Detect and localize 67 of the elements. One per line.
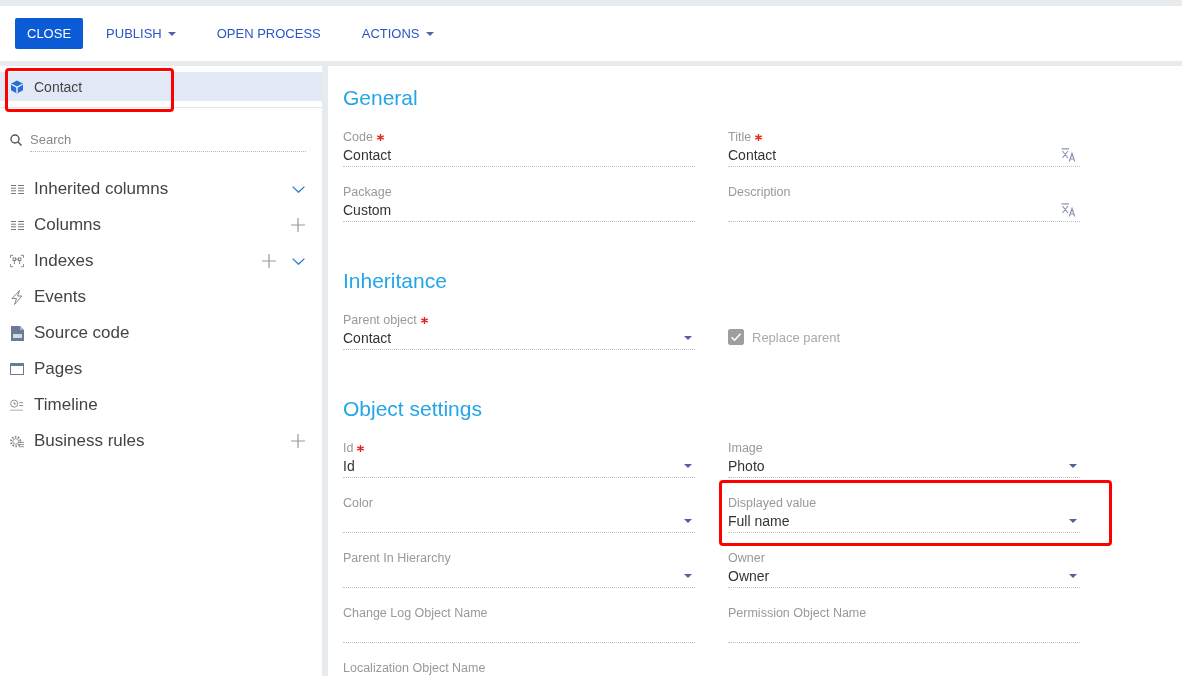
dropdown-field[interactable]: Photo (728, 457, 1080, 478)
column-list-icon (10, 184, 24, 194)
sidebar-item[interactable]: Events (34, 287, 86, 307)
gear-icon (10, 433, 24, 449)
menu-button[interactable]: ACTIONS (343, 18, 452, 49)
close-button[interactable]: CLOSE (15, 18, 84, 49)
caret-down-icon (1069, 464, 1077, 468)
field-label: Parent In Hierarchy (343, 550, 451, 567)
toolbar-button[interactable]: OPEN PROCESS (198, 18, 339, 49)
caret-down-icon (684, 464, 692, 468)
section-title: Object settings (343, 397, 483, 421)
lightning-icon (11, 289, 23, 305)
field-label: Image (728, 440, 763, 457)
sidebar-item[interactable]: Pages (34, 359, 83, 379)
field-label: Permission Object Name (728, 605, 867, 622)
field-label: Description (728, 184, 791, 201)
plus-icon[interactable] (291, 434, 305, 448)
caret-down-icon (684, 336, 692, 340)
field-label: Parent object (343, 312, 417, 329)
field-label: Title (728, 129, 752, 146)
plus-icon[interactable] (291, 218, 305, 232)
dropdown-field[interactable]: Full name (728, 512, 1080, 533)
text-field[interactable]: Custom (343, 201, 695, 222)
caret-down-icon (167, 31, 176, 36)
window-icon (10, 363, 24, 375)
sidebar-item[interactable]: Timeline (34, 395, 98, 415)
text-field[interactable] (728, 201, 1080, 222)
column-list-icon (10, 220, 24, 230)
caret-down-icon (684, 519, 692, 523)
text-field[interactable]: Contact (343, 146, 695, 167)
chevron-down-icon[interactable] (292, 185, 305, 193)
text-field[interactable]: Contact (728, 146, 1080, 167)
index-frame-icon (10, 254, 24, 268)
sidebar-item[interactable]: Columns (34, 215, 102, 235)
checkbox-label: Replace parent (752, 329, 841, 345)
dropdown-field[interactable]: Owner (728, 567, 1080, 588)
search-field[interactable]: Search (30, 128, 306, 152)
tree-item[interactable]: Contact (0, 72, 322, 101)
sidebar-item[interactable]: Inherited columns (34, 179, 169, 199)
menu-button[interactable]: PUBLISH (88, 18, 194, 49)
section-title: Inheritance (343, 269, 448, 293)
clock-list-icon (10, 398, 24, 412)
code-file-icon (10, 325, 24, 341)
translate-icon[interactable] (1061, 203, 1077, 217)
plus-icon[interactable] (262, 254, 276, 268)
chevron-down-icon[interactable] (292, 257, 305, 265)
caret-down-icon (1069, 519, 1077, 523)
caret-down-icon (1069, 574, 1077, 578)
field-label: Color (343, 495, 373, 512)
search-icon (10, 134, 22, 146)
caret-down-icon (425, 31, 434, 36)
field-label: Change Log Object Name (343, 605, 488, 622)
field-label: Code (343, 129, 373, 146)
cube-icon (10, 79, 24, 94)
field-label: Displayed value (728, 495, 817, 512)
sidebar-item[interactable]: Indexes (34, 251, 94, 271)
sidebar-item[interactable]: Source code (34, 323, 130, 343)
section-title: General (343, 86, 419, 110)
field-label: Owner (728, 550, 765, 567)
field-label: Localization Object Name (343, 660, 486, 676)
caret-down-icon (684, 574, 692, 578)
dropdown-field[interactable]: Id (343, 457, 695, 478)
sidebar-item[interactable]: Business rules (34, 431, 145, 451)
dropdown-field[interactable]: Contact (343, 329, 695, 350)
translate-icon[interactable] (1061, 148, 1077, 162)
field-label: Package (343, 184, 392, 201)
field-label: Id (343, 440, 354, 457)
